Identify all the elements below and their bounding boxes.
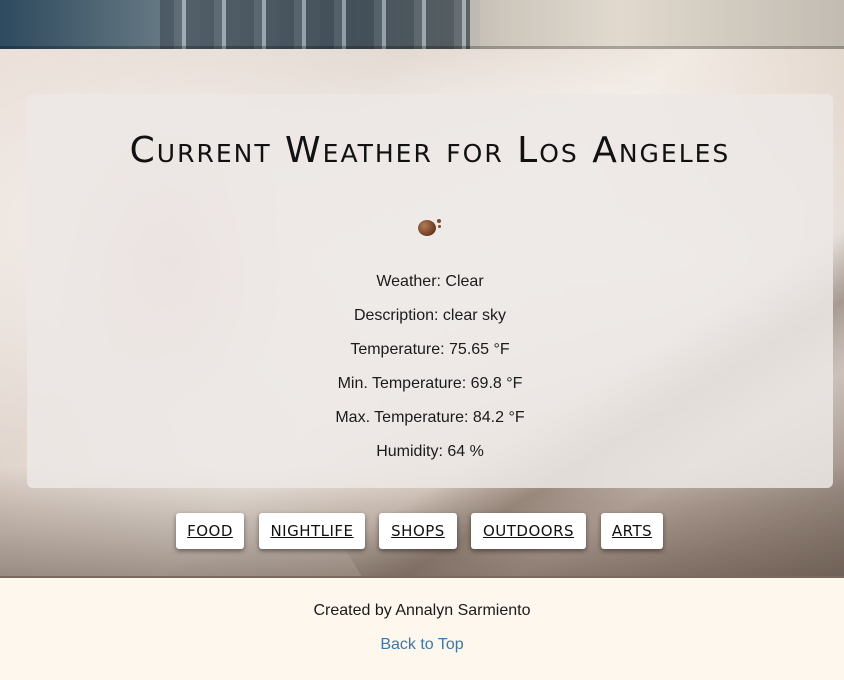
back-to-top-link[interactable]: Back to Top: [0, 636, 844, 654]
nav-button-shops[interactable]: SHOPS: [379, 513, 457, 549]
hero-road-image: [470, 0, 844, 49]
humidity: Humidity: 64 %: [376, 443, 484, 460]
footer-credit: Created by Annalyn Sarmiento: [313, 602, 531, 619]
category-nav: FOOD NIGHTLIFE SHOPS OUTDOORS ARTS: [0, 513, 844, 551]
hero-photo-strip: [0, 0, 844, 49]
weather-description: Description: clear sky: [353, 307, 507, 324]
footer: Created by Annalyn Sarmiento Back to Top: [0, 576, 844, 680]
min-temperature: Min. Temperature: 69.8 °F: [337, 375, 523, 392]
temperature: Temperature: 75.65 °F: [350, 341, 510, 358]
hero-street-image: [160, 0, 480, 49]
nav-button-nightlife[interactable]: NIGHTLIFE: [259, 513, 365, 549]
max-temperature: Max. Temperature: 84.2 °F: [335, 409, 525, 426]
nav-button-food[interactable]: FOOD: [176, 513, 244, 549]
nav-button-outdoors[interactable]: OUTDOORS: [471, 513, 586, 549]
weather-icon: [418, 217, 442, 237]
weather-card: Current Weather for Los Angeles Weather:…: [27, 94, 833, 488]
weather-main: Weather: Clear: [376, 273, 484, 290]
nav-button-arts[interactable]: ARTS: [601, 513, 663, 549]
page-title: Current Weather for Los Angeles: [129, 130, 731, 171]
